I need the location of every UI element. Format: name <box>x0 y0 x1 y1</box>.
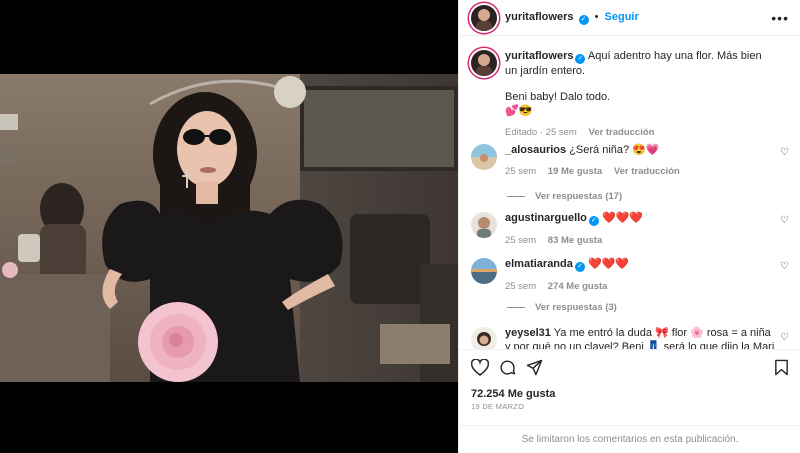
comment-username[interactable]: yeysel31 <box>505 327 551 339</box>
caption-translate-link[interactable]: Ver traducción <box>588 127 654 138</box>
bookmark-icon-shape <box>775 359 788 376</box>
comment-meta: 25 sem 83 Me gusta <box>505 234 775 248</box>
comment-item: agustinarguello ✓ ❤️❤️❤️ 25 sem 83 Me gus… <box>471 211 789 251</box>
comment-time[interactable]: 25 sem <box>505 166 536 177</box>
comment-meta: 25 sem 274 Me gusta <box>505 280 775 294</box>
comment-item: elmatiaranda ✓ ❤️❤️❤️ 25 sem 274 Me gusta… <box>471 257 789 317</box>
commenter-avatar-image <box>471 144 497 170</box>
post-date[interactable]: 19 DE MARZO <box>471 402 524 411</box>
commenter-avatar[interactable] <box>471 144 497 170</box>
commenter-avatar[interactable] <box>471 327 497 349</box>
view-replies-label: Ver respuestas (17) <box>535 191 623 202</box>
post-caption: yuritaflowers ✓ Aquí adentro hay una flor… <box>471 47 789 140</box>
caption-username[interactable]: yuritaflowers <box>505 50 573 62</box>
verified-badge-icon: ✓ <box>588 216 599 226</box>
instagram-post-view: yuritaflowers ✓ • Seguir ••• yuritaflowe… <box>0 0 800 453</box>
share-icon[interactable] <box>526 359 543 379</box>
comment-likes[interactable]: 19 Me gusta <box>548 166 602 177</box>
comment-username[interactable]: elmatiaranda <box>505 258 573 270</box>
caption-avatar-image <box>471 50 497 76</box>
comment-like-heart-icon[interactable]: ♡ <box>780 261 789 272</box>
verified-badge-icon: ✓ <box>575 54 586 64</box>
comment-body: agustinarguello ✓ ❤️❤️❤️ 25 sem 83 Me gus… <box>505 211 775 248</box>
caption-text-block: yuritaflowers ✓ Aquí adentro hay una flor… <box>505 49 775 140</box>
like-count[interactable]: 72.254 Me gusta <box>471 388 555 400</box>
comment-item: yeysel31 Ya me entró la duda 🎀 flor 🌸 ro… <box>471 326 789 349</box>
comment-icon-shape <box>500 360 516 375</box>
separator-dot: • <box>594 11 599 23</box>
comment-like-heart-icon[interactable]: ♡ <box>780 147 789 158</box>
comment-icon[interactable] <box>499 359 516 379</box>
comment-body: elmatiaranda ✓ ❤️❤️❤️ 25 sem 274 Me gusta <box>505 257 775 294</box>
post-header: yuritaflowers ✓ • Seguir ••• <box>459 0 800 36</box>
view-replies-label: Ver respuestas (3) <box>535 302 617 313</box>
heart-icon-shape <box>470 358 490 376</box>
comment-text: ¿Será niña? 😍💗 <box>569 144 660 156</box>
comment-username[interactable]: agustinarguello <box>505 212 587 224</box>
comment-item: _alosaurios ¿Será niña? 😍💗 25 sem 19 Me … <box>471 143 789 203</box>
verified-badge-icon: ✓ <box>574 262 585 272</box>
comment-time[interactable]: 25 sem <box>505 281 536 292</box>
comment-time[interactable]: 25 sem <box>505 235 536 246</box>
author-avatar-image <box>471 5 497 31</box>
comment-likes[interactable]: 274 Me gusta <box>548 281 608 292</box>
post-photo[interactable] <box>0 74 458 382</box>
comment-meta: 25 sem 19 Me gusta Ver traducción <box>505 165 775 179</box>
bookmark-icon[interactable] <box>774 359 789 379</box>
post-photo-illustration <box>0 74 458 382</box>
follow-button[interactable]: Seguir <box>605 11 639 23</box>
caption-time[interactable]: Editado · 25 sem <box>505 127 577 138</box>
comment-like-heart-icon[interactable]: ♡ <box>780 332 789 343</box>
heart-icon[interactable] <box>470 358 490 379</box>
media-pane <box>0 0 458 453</box>
caption-emojis: 💕😎 <box>505 105 533 117</box>
caption-meta: Editado · 25 sem Ver traducción <box>505 126 775 140</box>
comment-text: ❤️❤️❤️ <box>601 212 644 224</box>
author-avatar[interactable] <box>471 5 497 31</box>
post-side-panel: yuritaflowers ✓ • Seguir ••• yuritaflowe… <box>458 0 800 453</box>
comment-translate-link[interactable]: Ver traducción <box>614 166 680 177</box>
comments-limited-notice: Se limitaron los comentarios en esta pub… <box>459 425 800 453</box>
author-username[interactable]: yuritaflowers <box>505 11 573 23</box>
replies-line <box>507 306 525 308</box>
more-options-icon[interactable]: ••• <box>771 10 789 26</box>
verified-badge-icon: ✓ <box>578 15 589 25</box>
view-replies-button[interactable]: Ver respuestas (17) <box>507 191 622 202</box>
caption-avatar[interactable] <box>471 50 497 76</box>
replies-line <box>507 195 525 197</box>
comment-like-heart-icon[interactable]: ♡ <box>780 215 789 226</box>
caption-line2: Beni baby! Dalo todo. <box>505 91 611 103</box>
author-line: yuritaflowers ✓ • Seguir <box>505 11 639 25</box>
view-replies-button[interactable]: Ver respuestas (3) <box>507 302 617 313</box>
commenter-avatar-image <box>471 258 497 284</box>
comment-likes[interactable]: 83 Me gusta <box>548 235 602 246</box>
post-actions: 72.254 Me gusta 19 DE MARZO Se limitaron… <box>459 349 800 453</box>
commenter-avatar-image <box>471 327 497 349</box>
comment-body: yeysel31 Ya me entró la duda 🎀 flor 🌸 ro… <box>505 326 775 349</box>
comment-username[interactable]: _alosaurios <box>505 144 566 156</box>
commenter-avatar[interactable] <box>471 212 497 238</box>
commenter-avatar-image <box>471 212 497 238</box>
comment-body: _alosaurios ¿Será niña? 😍💗 25 sem 19 Me … <box>505 143 775 179</box>
commenter-avatar[interactable] <box>471 258 497 284</box>
comment-text: ❤️❤️❤️ <box>587 258 630 270</box>
share-icon-shape <box>526 359 543 376</box>
comments-list: yuritaflowers ✓ Aquí adentro hay una flor… <box>459 37 800 349</box>
